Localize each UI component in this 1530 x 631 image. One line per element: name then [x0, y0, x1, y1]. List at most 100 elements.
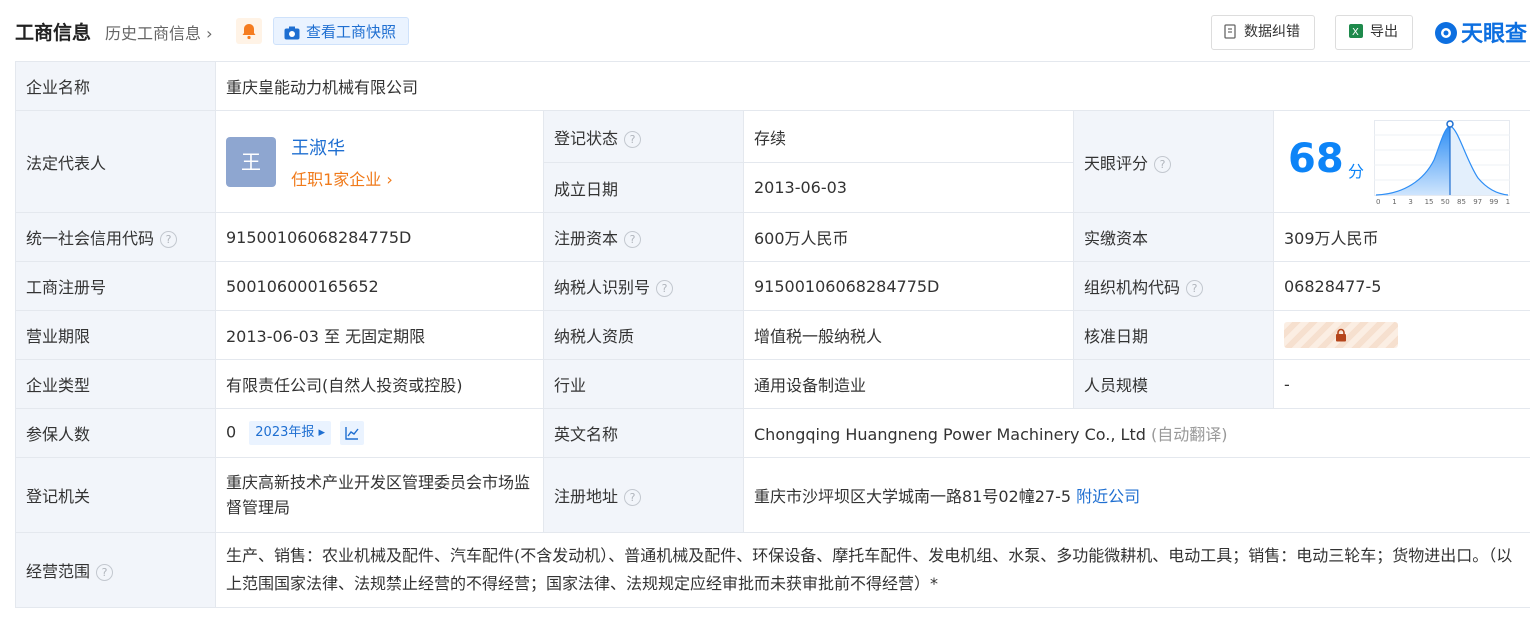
- score-label: 天眼评分?: [1073, 110, 1274, 213]
- legal-rep-name-link[interactable]: 王淑华: [291, 134, 393, 160]
- insured-value: 0: [226, 422, 237, 442]
- paid-capital-value: 309万人民币: [1272, 212, 1530, 262]
- table-row: 营业期限 2013-06-03 至 无固定期限 纳税人资质 增值税一般纳税人 核…: [15, 310, 1530, 360]
- approval-date-value: [1272, 310, 1530, 360]
- term-value: 2013-06-03 至 无固定期限: [215, 310, 544, 360]
- help-icon[interactable]: ?: [96, 564, 114, 581]
- founded-label: 成立日期: [543, 162, 744, 213]
- english-name-label: 英文名称: [543, 408, 744, 458]
- help-icon[interactable]: ?: [656, 280, 674, 297]
- legal-rep-cell: 王 王淑华 任职1家企业 ›: [215, 110, 544, 213]
- tianyancha-logo-icon: [1434, 21, 1458, 51]
- help-icon[interactable]: ?: [624, 489, 642, 506]
- registered-capital-label: 注册资本?: [543, 212, 744, 262]
- taxpayer-qual-label: 纳税人资质: [543, 310, 744, 360]
- snapshot-button[interactable]: 查看工商快照: [273, 17, 410, 45]
- chevron-right-icon: ›: [201, 24, 213, 43]
- score-axis-tick: 99: [1489, 198, 1498, 206]
- reg-status-value: 存续: [743, 110, 1074, 163]
- score-axis-tick: 100: [1506, 198, 1510, 206]
- lock-icon: [1336, 328, 1346, 342]
- annual-report-tag[interactable]: 2023年报 ▸: [249, 421, 332, 445]
- company-type-value: 有限责任公司(自然人投资或控股): [215, 359, 544, 409]
- export-button[interactable]: X 导出: [1335, 15, 1413, 50]
- score-axis-tick: 3: [1408, 198, 1412, 206]
- paid-capital-label: 实缴资本: [1073, 212, 1274, 262]
- business-info-table: 企业名称 重庆皇能动力机械有限公司 法定代表人 王 王淑华 任职1家企业 › 登…: [15, 61, 1530, 608]
- legal-rep-label: 法定代表人: [15, 110, 216, 213]
- reg-number-value: 500106000165652: [215, 261, 544, 311]
- help-icon[interactable]: ?: [1186, 280, 1204, 297]
- insured-label: 参保人数: [15, 408, 216, 458]
- help-icon[interactable]: ?: [160, 231, 178, 248]
- scope-value: 生产、销售：农业机械及配件、汽车配件(不含发动机）、普通机械及配件、环保设备、摩…: [214, 532, 1530, 608]
- help-icon[interactable]: ?: [1154, 155, 1172, 173]
- taxpayer-qual-value: 增值税一般纳税人: [743, 310, 1074, 360]
- table-row: 企业名称 重庆皇能动力机械有限公司: [15, 61, 1530, 111]
- insured-cell: 0 2023年报 ▸: [215, 408, 544, 458]
- avatar[interactable]: 王: [226, 136, 276, 187]
- bell-icon[interactable]: [236, 18, 262, 44]
- table-row: 工商注册号 500106000165652 纳税人识别号? 9150010606…: [15, 261, 1530, 311]
- trend-chart-icon[interactable]: [340, 421, 365, 445]
- staff-size-value: -: [1272, 359, 1530, 409]
- reg-status-label: 登记状态?: [543, 110, 744, 163]
- section-header: 工商信息 历史工商信息 › 查看工商快照 数据纠错 X 导出 天眼查: [0, 0, 1530, 62]
- locked-content[interactable]: [1284, 322, 1398, 348]
- score-axis-tick: 15: [1425, 198, 1434, 206]
- reg-number-label: 工商注册号: [15, 261, 216, 311]
- founded-value: 2013-06-03: [743, 162, 1074, 213]
- brand-logo: 天眼查: [1434, 16, 1527, 51]
- credit-code-label: 统一社会信用代码?: [15, 212, 216, 262]
- score-marker: [1446, 119, 1454, 128]
- auto-translate-note: (自动翻译): [1150, 425, 1228, 444]
- score-axis-tick: 1: [1392, 198, 1396, 206]
- approval-date-label: 核准日期: [1073, 310, 1274, 360]
- term-label: 营业期限: [15, 310, 216, 360]
- table-row: 企业类型 有限责任公司(自然人投资或控股) 行业 通用设备制造业 人员规模 -: [15, 359, 1530, 409]
- english-name-cell: Chongqing Huangneng Power Machinery Co.,…: [742, 408, 1530, 458]
- org-code-label: 组织机构代码?: [1073, 261, 1274, 311]
- company-name-value: 重庆皇能动力机械有限公司: [214, 61, 1530, 111]
- score-axis-tick: 0: [1376, 198, 1380, 206]
- score-cell[interactable]: 68 分 0 1 3 15 50 85 97 99 100: [1272, 110, 1530, 213]
- nearby-companies-link[interactable]: 附近公司: [1076, 487, 1140, 506]
- taxpayer-id-value: 91500106068284775D: [743, 261, 1074, 311]
- table-row: 经营范围? 生产、销售：农业机械及配件、汽车配件(不含发动机）、普通机械及配件、…: [15, 532, 1530, 608]
- score-unit: 分: [1348, 161, 1365, 181]
- table-row: 统一社会信用代码? 91500106068284775D 注册资本? 600万人…: [15, 212, 1530, 262]
- registered-capital-value: 600万人民币: [743, 212, 1074, 262]
- help-icon[interactable]: ?: [624, 231, 642, 248]
- industry-label: 行业: [543, 359, 744, 409]
- scope-label: 经营范围?: [15, 532, 216, 608]
- table-row: 法定代表人 王 王淑华 任职1家企业 › 登记状态? 存续 天眼评分? 68 分: [15, 110, 1530, 213]
- address-value: 重庆市沙坪坝区大学城南一路81号02幢27-5: [754, 487, 1072, 506]
- industry-value: 通用设备制造业: [743, 359, 1074, 409]
- credit-code-value: 91500106068284775D: [215, 212, 544, 262]
- staff-size-label: 人员规模: [1073, 359, 1274, 409]
- section-title: 工商信息: [15, 22, 92, 44]
- english-name-value: Chongqing Huangneng Power Machinery Co.,…: [754, 425, 1146, 444]
- score-axis-tick: 50: [1441, 198, 1450, 206]
- score-axis-tick: 97: [1473, 198, 1482, 206]
- camera-icon: [284, 21, 300, 49]
- score-axis-tick: 85: [1457, 198, 1466, 206]
- taxpayer-id-label: 纳税人识别号?: [543, 261, 744, 311]
- company-type-label: 企业类型: [15, 359, 216, 409]
- score-distribution-chart: 0 1 3 15 50 85 97 99 100: [1374, 119, 1510, 206]
- data-correction-button[interactable]: 数据纠错: [1211, 15, 1315, 50]
- svg-text:X: X: [1352, 27, 1359, 38]
- excel-icon: X: [1348, 19, 1364, 52]
- document-edit-icon: [1224, 19, 1238, 52]
- score-value: 68: [1288, 135, 1344, 182]
- help-icon[interactable]: ?: [624, 130, 642, 148]
- address-label: 注册地址?: [543, 457, 744, 533]
- company-name-label: 企业名称: [15, 61, 216, 111]
- legal-rep-positions-link[interactable]: 任职1家企业 ›: [291, 166, 393, 190]
- authority-label: 登记机关: [15, 457, 216, 533]
- org-code-value: 06828477-5: [1272, 261, 1530, 311]
- authority-value: 重庆高新技术产业开发区管理委员会市场监督管理局: [215, 457, 544, 533]
- address-cell: 重庆市沙坪坝区大学城南一路81号02幢27-5 附近公司: [742, 457, 1530, 533]
- table-row: 参保人数 0 2023年报 ▸ 英文名称 Chongqing Huangneng…: [15, 408, 1530, 458]
- history-link[interactable]: 历史工商信息 ›: [105, 20, 213, 44]
